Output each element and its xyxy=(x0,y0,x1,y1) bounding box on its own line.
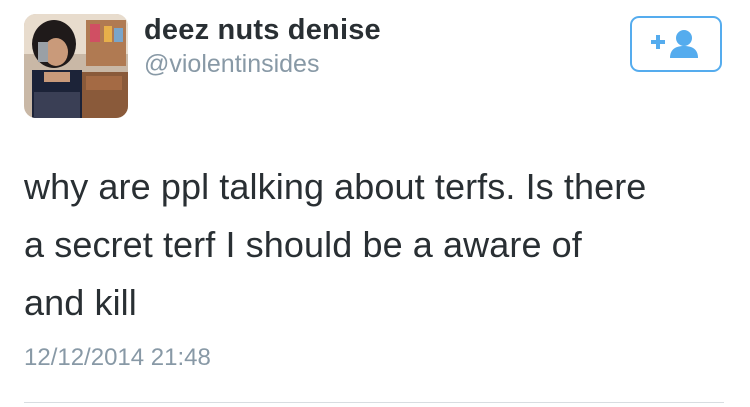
divider xyxy=(24,402,724,403)
tweet-text: why are ppl talking about terfs. Is ther… xyxy=(24,158,734,332)
follow-button[interactable] xyxy=(630,16,722,72)
tweet-text-line: and kill xyxy=(24,282,137,323)
user-handle[interactable]: @violentinsides xyxy=(144,50,319,79)
tweet-card: deez nuts denise @violentinsides why are… xyxy=(0,0,750,407)
add-user-icon xyxy=(649,28,703,60)
display-name[interactable]: deez nuts denise xyxy=(144,14,381,47)
tweet-text-line: why are ppl talking about terfs. Is ther… xyxy=(24,166,647,207)
avatar-photo xyxy=(24,14,128,118)
avatar[interactable] xyxy=(24,14,128,118)
timestamp[interactable]: 12/12/2014 21:48 xyxy=(24,344,211,372)
tweet-text-line: a secret terf I should be a aware of xyxy=(24,224,582,265)
